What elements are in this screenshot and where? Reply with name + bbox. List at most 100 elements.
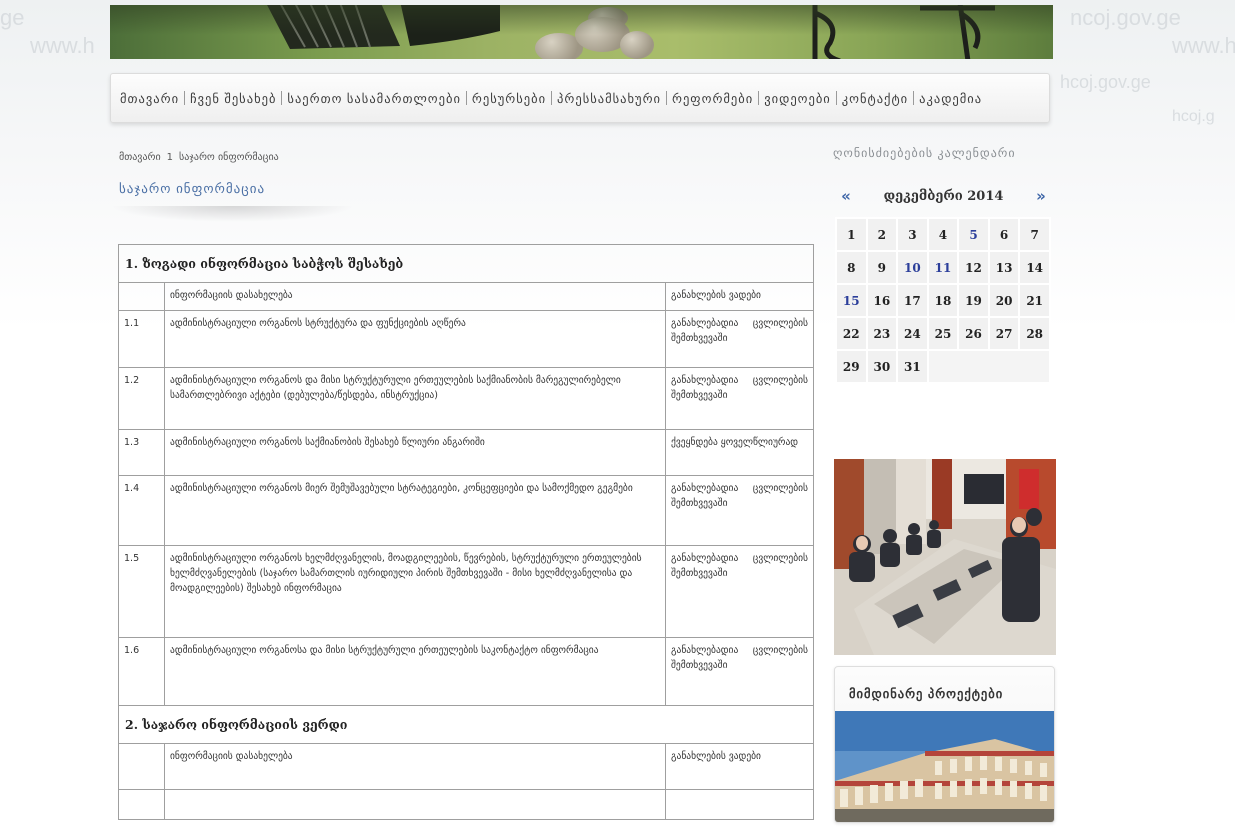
header-num-cell: [118, 743, 165, 791]
nav-item-contact[interactable]: კონტაქტი: [842, 91, 908, 106]
header-doc-cell: ინფორმაციის დასახელება: [164, 282, 666, 312]
calendar-event-day[interactable]: 5: [957, 217, 990, 252]
breadcrumb-home-link[interactable]: მთავარი: [119, 152, 161, 163]
header-doc-cell: ინფორმაციის დასახელება: [164, 743, 666, 791]
row-update-status: განახლებადია ცვლილების შემთხვევაში: [665, 310, 814, 369]
nav-divider: [913, 91, 915, 105]
calendar-day: 4: [926, 217, 960, 252]
section-header-row: 2. საჯარო ინფორმაციის ვერდი: [118, 705, 814, 745]
calendar-day: 27: [987, 316, 1021, 351]
row-document-link[interactable]: ადმინისტრაციული ორგანოს მიერ შემუშავებულ…: [164, 475, 666, 547]
nav-item-courts[interactable]: საერთო სასამართლოები: [287, 91, 461, 106]
watermark: www.h: [1172, 33, 1235, 58]
calendar-day: 19: [957, 283, 990, 318]
header-status-cell: განახლების ვადები: [665, 743, 814, 791]
watermark: ge: [0, 5, 25, 30]
row-document-link[interactable]: ადმინისტრაციული ორგანოს და მისი სტრუქტურ…: [164, 367, 666, 431]
main-nav: მთავარი ჩვენ შესახებ საერთო სასამართლოებ…: [110, 73, 1050, 123]
table-row: 1.3 ადმინისტრაციული ორგანოს საქმიანობის …: [118, 429, 814, 477]
table-header-row: ინფორმაციის დასახელება განახლების ვადები: [118, 743, 814, 791]
row-update-status: განახლებადია ცვლილების შემთხვევაში: [665, 475, 814, 547]
watermark: hcoj.g: [1172, 108, 1215, 125]
table-header-row: ინფორმაციის დასახელება განახლების ვადები: [118, 282, 814, 312]
calendar-prev-month-button[interactable]: «: [836, 187, 856, 205]
header-status-cell: განახლების ვადები: [665, 282, 814, 312]
watermark: www.h: [30, 33, 95, 58]
row-number: 1.2: [118, 367, 165, 431]
calendar-day: 16: [865, 283, 899, 318]
breadcrumb-separator: 1: [166, 152, 174, 163]
calendar-day: 9: [865, 250, 899, 285]
row-update-status: განახლებადია ცვლილების შემთხვევაში: [665, 545, 814, 639]
table-row: [118, 789, 814, 821]
row-number: 1.6: [118, 637, 165, 707]
calendar-day: 12: [957, 250, 990, 285]
row-update-status: განახლებადია ცვლილების შემთხვევაში: [665, 637, 814, 707]
nav-divider: [281, 91, 283, 105]
row-document-link[interactable]: ადმინისტრაციული ორგანოს სტრუქტურა და ფუნ…: [164, 310, 666, 369]
calendar-day: 3: [896, 217, 929, 252]
row-update-status: ქვეყნდება ყოველწლიურად: [665, 429, 814, 477]
court-building-photo[interactable]: [835, 711, 1054, 822]
watermark: hcoj.gov.ge: [1060, 72, 1151, 92]
section-title: 1. ზოგადი ინფორმაცია საბჭოს შესახებ: [118, 243, 814, 284]
calendar-section-title: ღონისძიებების კალენდარი: [833, 146, 1016, 160]
row-document-link[interactable]: ადმინისტრაციული ორგანოსა და მისი სტრუქტუ…: [164, 637, 666, 707]
nav-divider: [758, 91, 760, 105]
breadcrumb-current: საჯარო ინფორმაცია: [179, 152, 279, 163]
calendar-day: 7: [1018, 217, 1051, 252]
calendar-day: 22: [835, 316, 868, 351]
nav-divider: [465, 91, 467, 105]
calendar-event-day[interactable]: 11: [926, 250, 960, 285]
nav-item-resources[interactable]: რესურსები: [472, 91, 546, 106]
calendar-day: 21: [1018, 283, 1051, 318]
nav-divider: [551, 91, 553, 105]
calendar-empty-cell: [926, 349, 1052, 384]
calendar-day: 14: [1018, 250, 1051, 285]
calendar-day: 18: [926, 283, 960, 318]
calendar-event-day[interactable]: 15: [835, 283, 868, 318]
row-number: 1.3: [118, 429, 165, 477]
calendar-day: 2: [865, 217, 899, 252]
page-title: საჯარო ინფორმაცია: [119, 181, 266, 196]
calendar-header: « დეკემბერი 2014 »: [836, 184, 1051, 208]
calendar-grid: 1 2 3 4 5 6 7 8 9 10 11 12 13 14 15 16 1…: [835, 217, 1052, 384]
current-projects-box[interactable]: მიმდინარე პროექტები: [834, 666, 1055, 823]
table-row: 1.4 ადმინისტრაციული ორგანოს მიერ შემუშავ…: [118, 475, 814, 547]
calendar-day: 31: [896, 349, 929, 384]
table-row: 1.6 ადმინისტრაციული ორგანოსა და მისი სტრ…: [118, 637, 814, 707]
calendar-event-day[interactable]: 10: [896, 250, 929, 285]
nav-item-reforms[interactable]: რეფორმები: [672, 91, 753, 106]
title-shadow: [110, 206, 355, 222]
nav-item-academy[interactable]: აკადემია: [919, 91, 982, 106]
calendar-day: 6: [987, 217, 1021, 252]
nav-item-home[interactable]: მთავარი: [120, 91, 179, 106]
breadcrumb: მთავარი 1 საჯარო ინფორმაცია: [119, 152, 279, 163]
council-meeting-photo[interactable]: [834, 459, 1056, 655]
calendar-day: 23: [865, 316, 899, 351]
header-num-cell: [118, 282, 165, 312]
calendar-day: 30: [865, 349, 899, 384]
table-row: 1.5 ადმინისტრაციული ორგანოს ხელმძღვანელი…: [118, 545, 814, 639]
calendar-day: 8: [835, 250, 868, 285]
public-info-table: 1. ზოგადი ინფორმაცია საბჭოს შესახებ ინფო…: [118, 243, 814, 821]
calendar-month-label: დეკემბერი 2014: [883, 188, 1004, 204]
nav-item-videos[interactable]: ვიდეოები: [764, 91, 831, 106]
row-document-link[interactable]: ადმინისტრაციული ორგანოს ხელმძღვანელის, მ…: [164, 545, 666, 639]
table-row: 1.2 ადმინისტრაციული ორგანოს და მისი სტრუ…: [118, 367, 814, 431]
table-row: 1.1 ადმინისტრაციული ორგანოს სტრუქტურა და…: [118, 310, 814, 369]
row-number: 1.1: [118, 310, 165, 369]
nav-item-about[interactable]: ჩვენ შესახებ: [190, 91, 276, 106]
calendar-day: 26: [957, 316, 990, 351]
nav-divider: [666, 91, 667, 105]
calendar-day: 13: [987, 250, 1021, 285]
calendar-next-month-button[interactable]: »: [1031, 187, 1051, 205]
nav-item-press[interactable]: პრესსამსახური: [557, 91, 661, 106]
header-banner: [110, 5, 1053, 59]
calendar-day: 24: [896, 316, 929, 351]
calendar-day: 28: [1018, 316, 1051, 351]
nav-divider: [835, 91, 837, 105]
row-document-link[interactable]: ადმინისტრაციული ორგანოს საქმიანობის შესა…: [164, 429, 666, 477]
calendar-day: 17: [896, 283, 929, 318]
row-number: 1.5: [118, 545, 165, 639]
